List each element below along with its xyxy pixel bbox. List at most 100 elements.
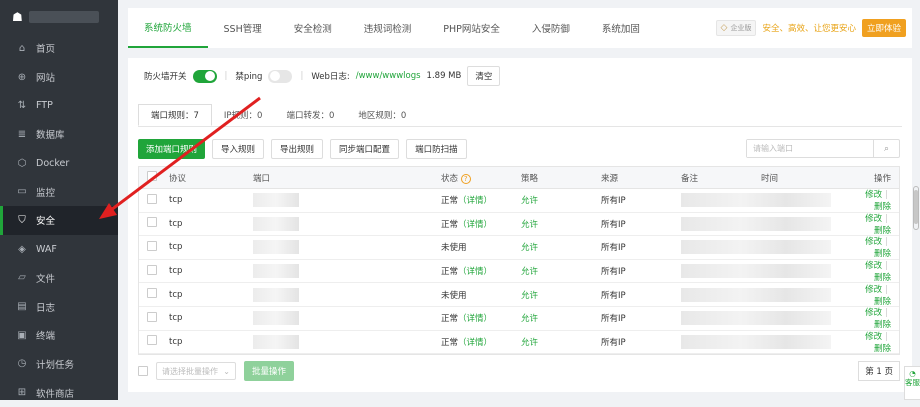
database-icon: ≣ [17,128,27,140]
tab-6[interactable]: 系统加固 [586,8,656,48]
add-port-rule-button[interactable]: 添加端口规则 [138,139,206,159]
search-icon[interactable]: ⌕ [873,140,899,157]
cell-status: 未使用 [441,290,467,301]
weblog-path-link[interactable]: /www/wwwlogs [356,71,421,81]
header-port: 端口 [253,173,271,184]
firewall-toggle[interactable] [192,69,217,83]
edit-link[interactable]: 修改 [865,261,882,271]
footer-select-checkbox[interactable] [138,366,148,376]
help-icon[interactable]: ? [460,173,471,184]
edit-link[interactable]: 修改 [865,332,882,342]
ftp-icon: ⇅ [17,100,27,112]
divider [138,126,902,127]
cell-policy: 允许 [521,267,539,278]
port-anti-scan-button[interactable]: 端口防扫描 [406,139,467,159]
batch-select[interactable]: 请选择批量操作 ⌄ [156,362,236,380]
delete-link[interactable]: 删除 [874,320,891,330]
header-time: 时间 [761,173,779,184]
enterprise-badge: ◇ 企业版 [715,20,757,36]
delete-link[interactable]: 删除 [874,273,891,283]
divider: | [885,261,888,272]
tab-0[interactable]: 系统防火墙 [128,8,208,48]
sidebar-item-label: 网站 [36,73,56,85]
tab-2[interactable]: 安全检测 [278,8,348,48]
import-rules-button[interactable]: 导入规则 [212,139,265,159]
chat-icon: ◔ [909,369,916,378]
row-checkbox[interactable] [147,311,157,322]
edit-link[interactable]: 修改 [865,237,882,247]
edit-link[interactable]: 修改 [865,308,882,318]
row-checkbox[interactable] [147,288,157,299]
sidebar-item-4[interactable]: ⬡ Docker [0,149,118,178]
ping-toggle[interactable] [268,69,293,83]
chevron-down-icon: ⌄ [223,366,230,376]
delete-link[interactable]: 删除 [874,249,891,259]
row-checkbox[interactable] [147,264,157,275]
sidebar-item-6[interactable]: ⛉ 安全 [0,206,118,235]
cell-policy: 允许 [521,314,539,325]
tab-5[interactable]: 入侵防御 [516,8,586,48]
subtab-3[interactable]: 地区规则：0 [346,104,418,126]
scrollbar-thumb[interactable] [914,190,918,224]
port-redacted [253,334,299,349]
tab-1[interactable]: SSH管理 [208,8,278,48]
store-icon: ⊞ [17,387,27,399]
cell-ops: 修改 | 删除 [857,283,899,307]
cell-protocol: tcp [169,336,183,347]
tab-3[interactable]: 违规词检测 [348,8,428,48]
row-checkbox[interactable] [147,217,157,228]
edit-link[interactable]: 修改 [865,214,882,224]
customer-service-button[interactable]: ◔ 客服 [904,366,920,400]
tab-4[interactable]: PHP网站安全 [427,8,516,48]
edit-link[interactable]: 修改 [865,285,882,295]
delete-link[interactable]: 删除 [874,344,891,354]
sidebar-item-12[interactable]: ⊞ 软件商店 [0,378,118,407]
clear-log-button[interactable]: 清空 [467,66,501,86]
delete-link[interactable]: 删除 [874,297,891,307]
port-rules-table: 协议 端口 状态 ? 策略 来源 备注 时间 操作 tcp 正常（详情） 允许 所有I… [138,166,900,356]
subtab-0[interactable]: 端口规则：7 [138,104,212,126]
remark-redacted [681,240,831,255]
sidebar-item-11[interactable]: ◷ 计划任务 [0,350,118,379]
server-name-redacted [28,11,99,23]
sync-port-config-button[interactable]: 同步端口配置 [330,139,400,159]
sidebar-item-0[interactable]: ⌂ 首页 [0,34,118,63]
edit-link[interactable]: 修改 [865,190,882,200]
remark-redacted [681,287,831,302]
sidebar-item-8[interactable]: ▱ 文件 [0,264,118,293]
sidebar-item-10[interactable]: ▣ 终端 [0,321,118,350]
cell-status: 未使用 [441,243,467,254]
export-rules-button[interactable]: 导出规则 [271,139,324,159]
status-detail-link[interactable]: （详情） [458,267,492,277]
subtab-1[interactable]: IP规则：0 [212,104,275,126]
top-tabs: 系统防火墙 SSH管理 安全检测 违规词检测 PHP网站安全 入侵防御 系统加固 ◇ 企业版 … [128,8,912,48]
cell-remark [681,311,831,326]
try-now-button[interactable]: 立即体验 [861,19,906,37]
row-checkbox[interactable] [147,335,157,346]
status-detail-link[interactable]: （详情） [458,196,492,206]
select-all-checkbox[interactable] [147,171,157,181]
delete-link[interactable]: 删除 [874,226,891,236]
sidebar-item-5[interactable]: ▭ 监控 [0,177,118,206]
sidebar-item-2[interactable]: ⇅ FTP [0,91,118,120]
status-detail-link[interactable]: （详情） [458,220,492,230]
diamond-icon: ◇ [720,23,728,33]
delete-link[interactable]: 删除 [874,202,891,212]
status-detail-link[interactable]: （详情） [458,314,492,324]
divider: | [300,71,304,81]
batch-operation-button[interactable]: 批量操作 [244,361,295,381]
row-checkbox[interactable] [147,193,157,204]
sidebar-item-7[interactable]: ◈ WAF [0,235,118,264]
status-detail-link[interactable]: （详情） [458,338,492,348]
sidebar-item-label: FTP [36,100,53,112]
cell-policy: 允许 [521,290,539,301]
sidebar-item-1[interactable]: ⊕ 网站 [0,63,118,92]
sidebar-item-label: 监控 [36,187,56,199]
sidebar-item-3[interactable]: ≣ 数据库 [0,120,118,149]
page-indicator[interactable]: 第 1 页 [858,361,900,381]
subtab-2[interactable]: 端口转发：0 [274,104,346,126]
table-row: tcp 未使用 允许 所有IP 修改 | 删除 [139,283,899,307]
row-checkbox[interactable] [147,240,157,251]
sidebar-item-9[interactable]: ▤ 日志 [0,292,118,321]
port-search-input[interactable] [747,140,873,157]
